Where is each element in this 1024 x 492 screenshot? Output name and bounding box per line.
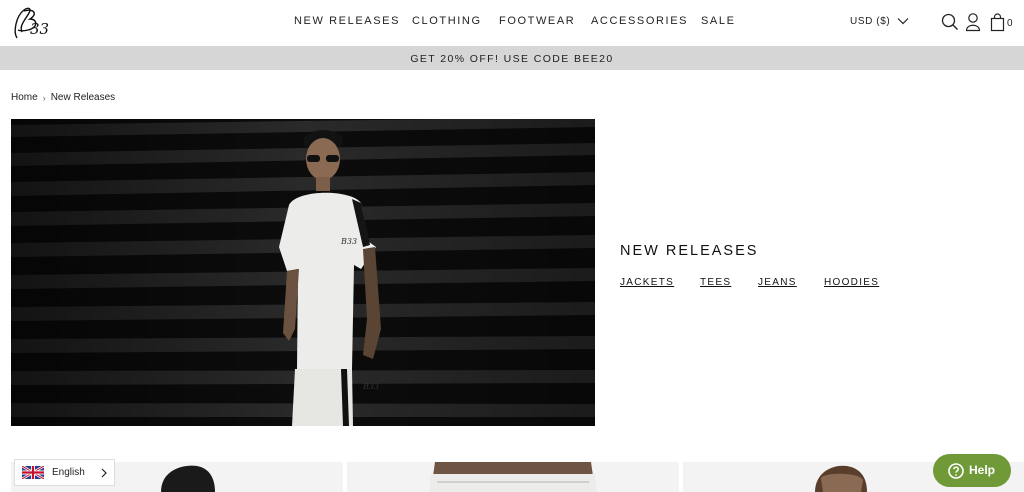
nav-accessories[interactable]: ACCESSORIES	[591, 15, 688, 27]
breadcrumb-separator: ›	[42, 92, 46, 103]
nav-new-releases[interactable]: NEW RELEASES	[294, 15, 400, 27]
cart-count-badge: 0	[1007, 18, 1013, 29]
link-hoodies[interactable]: HOODIES	[824, 277, 879, 288]
link-jeans[interactable]: JEANS	[758, 277, 797, 288]
help-label: Help	[969, 463, 996, 477]
bag-icon[interactable]	[989, 12, 1007, 32]
uk-flag-icon	[22, 466, 44, 479]
currency-selector[interactable]: USD ($)	[850, 16, 890, 27]
help-button[interactable]: Help	[933, 454, 1011, 487]
nav-clothing[interactable]: CLOTHING	[412, 15, 482, 27]
link-tees[interactable]: TEES	[700, 277, 731, 288]
account-icon[interactable]	[964, 12, 982, 32]
promo-text: GET 20% OFF! USE CODE BEE20	[410, 53, 614, 65]
promo-bar: GET 20% OFF! USE CODE BEE20	[0, 46, 1024, 70]
nav-sale[interactable]: SALE	[701, 15, 736, 27]
product-card[interactable]	[347, 462, 679, 492]
svg-text:B33: B33	[362, 382, 379, 391]
site-header: 33 NEW RELEASES CLOTHING FOOTWEAR ACCESS…	[0, 0, 1024, 46]
link-jackets[interactable]: JACKETS	[620, 277, 674, 288]
breadcrumb-home[interactable]: Home	[11, 92, 38, 103]
language-selector[interactable]: English	[14, 459, 115, 486]
hero-image[interactable]: B33 B33	[11, 119, 595, 426]
nav-footwear[interactable]: FOOTWEAR	[499, 15, 575, 27]
page-title: NEW RELEASES	[620, 243, 759, 259]
svg-text:B33: B33	[340, 237, 357, 246]
product-image	[347, 462, 679, 492]
breadcrumb-current: New Releases	[50, 92, 116, 103]
search-icon[interactable]	[941, 12, 959, 32]
language-label: English	[52, 467, 85, 478]
question-icon	[948, 463, 964, 479]
breadcrumb: Home › New Releases	[11, 92, 115, 103]
chevron-down-icon[interactable]	[897, 15, 909, 27]
chevron-right-icon	[101, 468, 107, 478]
hero-photo: B33 B33	[11, 119, 595, 426]
